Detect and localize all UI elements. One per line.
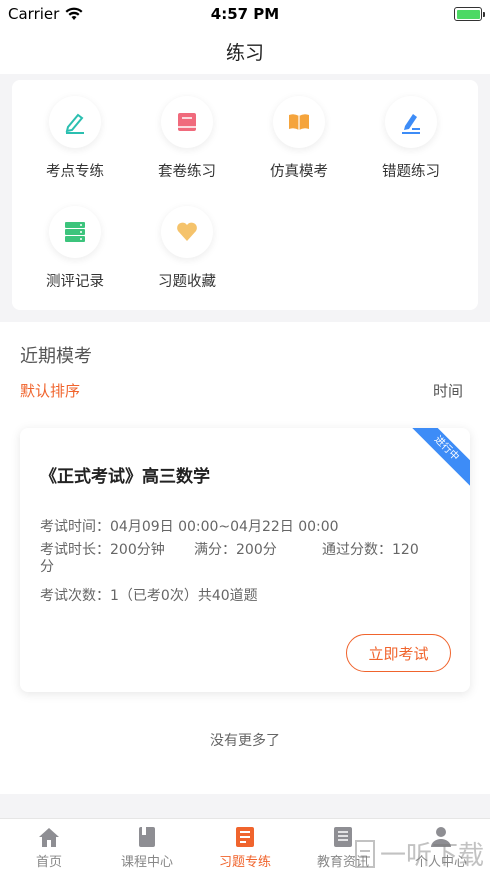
duration-label: 考试时长： [40,542,110,558]
exam-time-label: 考试时间： [40,519,110,535]
grid-item-favorites[interactable]: 习题收藏 [132,206,242,291]
carrier-label: Carrier [8,5,60,23]
status-left: Carrier [8,5,83,23]
heart-icon [161,206,213,258]
status-ribbon: 进行中 [404,428,470,491]
no-more-text: 没有更多了 [210,733,280,749]
tab-label: 首页 [35,855,62,870]
full-score-value: 200分 [236,542,277,558]
list-icon [49,206,101,258]
page-title: 练习 [225,41,264,64]
start-exam-button[interactable]: 立即考试 [346,634,451,672]
tab-courses[interactable]: 课程中心 [98,819,196,876]
grid-label: 测评记录 [46,274,104,290]
pass-score-value: 120 [392,542,419,558]
feature-grid: 考点专练 套卷练习 仿真模考 错题练习 测评记录 习题收藏 [12,80,478,310]
exam-count-label: 考试次数： [40,588,110,604]
exam-count-row: 考试次数：1（已考0次）共40道题 [40,585,258,605]
duration-group: 考试时长：200分钟 [40,542,165,559]
exam-card[interactable]: 进行中 《正式考试》高三数学 考试时间：04月09日 00:00~04月22日 … [20,428,470,692]
book-icon [161,96,213,148]
tab-home[interactable]: 首页 [0,819,98,876]
battery-icon [454,7,485,21]
edit-icon [385,96,437,148]
grid-item-topic-practice[interactable]: 考点专练 [20,96,130,181]
pass-score-label: 通过分数： [322,542,392,558]
grid-label: 考点专练 [46,164,104,180]
exam-time-value: 04月09日 00:00~04月22日 00:00 [110,519,339,535]
duration-value: 200分钟 [110,542,165,558]
exercise-icon [236,827,254,847]
home-icon [39,828,59,847]
pass-score-group: 通过分数：120 [322,542,419,559]
tab-label: 习题专练 [218,855,271,870]
watermark: 一听下载 [354,835,484,872]
pen-icon [49,96,101,148]
full-score-label: 满分： [194,542,236,558]
grid-label: 习题收藏 [158,274,216,290]
grid-label: 套卷练习 [158,164,216,180]
sort-time-button[interactable]: 时间 [433,380,463,401]
course-icon [139,827,155,847]
news-icon [334,827,352,847]
exam-time-row: 考试时间：04月09日 00:00~04月22日 00:00 [40,516,339,536]
grid-item-mock-exam[interactable]: 仿真模考 [244,96,354,181]
exam-count-value: 1（已考0次）共40道题 [110,588,258,604]
full-score-group: 满分：200分 [194,542,277,559]
status-bar: Carrier 4:57 PM [0,0,490,28]
grid-item-wrong-questions[interactable]: 错题练习 [356,96,466,181]
watermark-logo-icon [354,839,375,868]
grid-label: 错题练习 [382,164,440,180]
recent-exams-section: 近期模考 默认排序 时间 进行中 《正式考试》高三数学 考试时间：04月09日 … [0,322,490,794]
tab-exercises[interactable]: 习题专练 [196,819,294,876]
grid-label: 仿真模考 [270,164,328,180]
exam-title: 《正式考试》高三数学 [40,467,210,487]
grid-item-assessment-records[interactable]: 测评记录 [20,206,130,291]
grid-item-paper-practice[interactable]: 套卷练习 [132,96,242,181]
wifi-icon [65,7,83,20]
watermark-text: 一听下载 [379,841,484,871]
nav-bar: 练习 [0,28,490,74]
open-book-icon [273,96,325,148]
sort-default-button[interactable]: 默认排序 [20,380,80,401]
section-title: 近期模考 [20,346,92,367]
pass-score-unit: 分 [40,559,54,575]
tab-label: 课程中心 [120,855,173,870]
